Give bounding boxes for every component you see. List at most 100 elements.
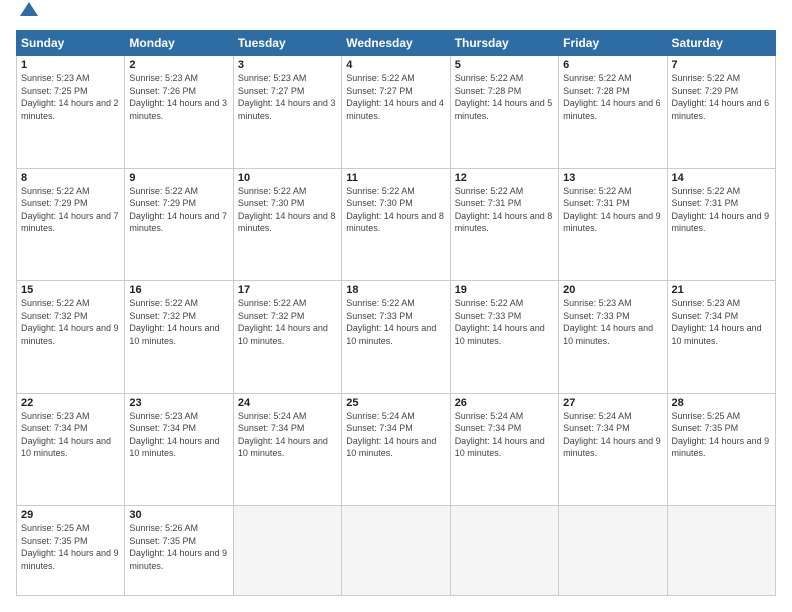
day-number: 17 xyxy=(238,284,337,296)
calendar-cell: 10 Sunrise: 5:22 AM Sunset: 7:30 PM Dayl… xyxy=(233,168,341,281)
day-number: 3 xyxy=(238,59,337,71)
calendar-cell: 16 Sunrise: 5:22 AM Sunset: 7:32 PM Dayl… xyxy=(125,281,233,394)
calendar-cell: 8 Sunrise: 5:22 AM Sunset: 7:29 PM Dayli… xyxy=(17,168,125,281)
day-number: 4 xyxy=(346,59,445,71)
day-number: 27 xyxy=(563,397,662,409)
calendar-cell: 22 Sunrise: 5:23 AM Sunset: 7:34 PM Dayl… xyxy=(17,393,125,506)
day-number: 14 xyxy=(672,172,771,184)
day-info: Sunrise: 5:25 AM Sunset: 7:35 PM Dayligh… xyxy=(21,522,120,572)
logo xyxy=(16,16,40,20)
day-info: Sunrise: 5:22 AM Sunset: 7:32 PM Dayligh… xyxy=(21,297,120,347)
day-number: 9 xyxy=(129,172,228,184)
day-info: Sunrise: 5:22 AM Sunset: 7:32 PM Dayligh… xyxy=(238,297,337,347)
day-number: 23 xyxy=(129,397,228,409)
calendar-cell: 18 Sunrise: 5:22 AM Sunset: 7:33 PM Dayl… xyxy=(342,281,450,394)
logo-icon xyxy=(18,0,40,20)
day-number: 15 xyxy=(21,284,120,296)
weekday-header-tuesday: Tuesday xyxy=(233,31,341,56)
calendar-header-row: SundayMondayTuesdayWednesdayThursdayFrid… xyxy=(17,31,776,56)
calendar-cell: 26 Sunrise: 5:24 AM Sunset: 7:34 PM Dayl… xyxy=(450,393,558,506)
day-number: 20 xyxy=(563,284,662,296)
day-info: Sunrise: 5:22 AM Sunset: 7:29 PM Dayligh… xyxy=(21,185,120,235)
day-info: Sunrise: 5:22 AM Sunset: 7:33 PM Dayligh… xyxy=(455,297,554,347)
day-number: 22 xyxy=(21,397,120,409)
week-row-3: 15 Sunrise: 5:22 AM Sunset: 7:32 PM Dayl… xyxy=(17,281,776,394)
day-number: 6 xyxy=(563,59,662,71)
calendar-table: SundayMondayTuesdayWednesdayThursdayFrid… xyxy=(16,30,776,596)
day-info: Sunrise: 5:24 AM Sunset: 7:34 PM Dayligh… xyxy=(563,410,662,460)
day-info: Sunrise: 5:23 AM Sunset: 7:27 PM Dayligh… xyxy=(238,72,337,122)
calendar-cell: 4 Sunrise: 5:22 AM Sunset: 7:27 PM Dayli… xyxy=(342,56,450,169)
calendar-cell xyxy=(559,506,667,596)
calendar-cell: 2 Sunrise: 5:23 AM Sunset: 7:26 PM Dayli… xyxy=(125,56,233,169)
day-number: 5 xyxy=(455,59,554,71)
calendar-cell: 21 Sunrise: 5:23 AM Sunset: 7:34 PM Dayl… xyxy=(667,281,775,394)
day-info: Sunrise: 5:22 AM Sunset: 7:29 PM Dayligh… xyxy=(129,185,228,235)
day-number: 11 xyxy=(346,172,445,184)
day-info: Sunrise: 5:23 AM Sunset: 7:33 PM Dayligh… xyxy=(563,297,662,347)
day-info: Sunrise: 5:22 AM Sunset: 7:30 PM Dayligh… xyxy=(238,185,337,235)
day-info: Sunrise: 5:22 AM Sunset: 7:29 PM Dayligh… xyxy=(672,72,771,122)
day-info: Sunrise: 5:26 AM Sunset: 7:35 PM Dayligh… xyxy=(129,522,228,572)
calendar-cell: 25 Sunrise: 5:24 AM Sunset: 7:34 PM Dayl… xyxy=(342,393,450,506)
calendar-cell xyxy=(450,506,558,596)
week-row-4: 22 Sunrise: 5:23 AM Sunset: 7:34 PM Dayl… xyxy=(17,393,776,506)
calendar-cell: 23 Sunrise: 5:23 AM Sunset: 7:34 PM Dayl… xyxy=(125,393,233,506)
calendar-cell: 5 Sunrise: 5:22 AM Sunset: 7:28 PM Dayli… xyxy=(450,56,558,169)
day-number: 29 xyxy=(21,509,120,521)
day-info: Sunrise: 5:22 AM Sunset: 7:30 PM Dayligh… xyxy=(346,185,445,235)
weekday-header-thursday: Thursday xyxy=(450,31,558,56)
calendar-cell: 17 Sunrise: 5:22 AM Sunset: 7:32 PM Dayl… xyxy=(233,281,341,394)
day-info: Sunrise: 5:23 AM Sunset: 7:34 PM Dayligh… xyxy=(672,297,771,347)
calendar-cell: 1 Sunrise: 5:23 AM Sunset: 7:25 PM Dayli… xyxy=(17,56,125,169)
calendar-cell: 24 Sunrise: 5:24 AM Sunset: 7:34 PM Dayl… xyxy=(233,393,341,506)
day-info: Sunrise: 5:22 AM Sunset: 7:31 PM Dayligh… xyxy=(455,185,554,235)
calendar-cell: 9 Sunrise: 5:22 AM Sunset: 7:29 PM Dayli… xyxy=(125,168,233,281)
weekday-header-saturday: Saturday xyxy=(667,31,775,56)
day-info: Sunrise: 5:24 AM Sunset: 7:34 PM Dayligh… xyxy=(346,410,445,460)
day-info: Sunrise: 5:22 AM Sunset: 7:28 PM Dayligh… xyxy=(455,72,554,122)
day-info: Sunrise: 5:24 AM Sunset: 7:34 PM Dayligh… xyxy=(455,410,554,460)
weekday-header-monday: Monday xyxy=(125,31,233,56)
day-number: 25 xyxy=(346,397,445,409)
day-info: Sunrise: 5:25 AM Sunset: 7:35 PM Dayligh… xyxy=(672,410,771,460)
day-number: 2 xyxy=(129,59,228,71)
calendar-cell xyxy=(233,506,341,596)
calendar-cell: 12 Sunrise: 5:22 AM Sunset: 7:31 PM Dayl… xyxy=(450,168,558,281)
day-number: 10 xyxy=(238,172,337,184)
calendar-cell: 14 Sunrise: 5:22 AM Sunset: 7:31 PM Dayl… xyxy=(667,168,775,281)
weekday-header-friday: Friday xyxy=(559,31,667,56)
weekday-header-wednesday: Wednesday xyxy=(342,31,450,56)
calendar-cell xyxy=(342,506,450,596)
day-number: 19 xyxy=(455,284,554,296)
day-info: Sunrise: 5:23 AM Sunset: 7:34 PM Dayligh… xyxy=(21,410,120,460)
day-number: 16 xyxy=(129,284,228,296)
day-info: Sunrise: 5:23 AM Sunset: 7:26 PM Dayligh… xyxy=(129,72,228,122)
day-number: 12 xyxy=(455,172,554,184)
calendar-cell: 28 Sunrise: 5:25 AM Sunset: 7:35 PM Dayl… xyxy=(667,393,775,506)
calendar-cell: 6 Sunrise: 5:22 AM Sunset: 7:28 PM Dayli… xyxy=(559,56,667,169)
day-number: 21 xyxy=(672,284,771,296)
day-info: Sunrise: 5:23 AM Sunset: 7:25 PM Dayligh… xyxy=(21,72,120,122)
day-number: 7 xyxy=(672,59,771,71)
calendar-cell xyxy=(667,506,775,596)
calendar-cell: 29 Sunrise: 5:25 AM Sunset: 7:35 PM Dayl… xyxy=(17,506,125,596)
calendar-cell: 7 Sunrise: 5:22 AM Sunset: 7:29 PM Dayli… xyxy=(667,56,775,169)
calendar-cell: 11 Sunrise: 5:22 AM Sunset: 7:30 PM Dayl… xyxy=(342,168,450,281)
day-info: Sunrise: 5:22 AM Sunset: 7:28 PM Dayligh… xyxy=(563,72,662,122)
calendar-cell: 20 Sunrise: 5:23 AM Sunset: 7:33 PM Dayl… xyxy=(559,281,667,394)
day-info: Sunrise: 5:22 AM Sunset: 7:31 PM Dayligh… xyxy=(563,185,662,235)
calendar-cell: 27 Sunrise: 5:24 AM Sunset: 7:34 PM Dayl… xyxy=(559,393,667,506)
day-number: 13 xyxy=(563,172,662,184)
calendar-cell: 15 Sunrise: 5:22 AM Sunset: 7:32 PM Dayl… xyxy=(17,281,125,394)
week-row-2: 8 Sunrise: 5:22 AM Sunset: 7:29 PM Dayli… xyxy=(17,168,776,281)
calendar-cell: 30 Sunrise: 5:26 AM Sunset: 7:35 PM Dayl… xyxy=(125,506,233,596)
calendar-cell: 13 Sunrise: 5:22 AM Sunset: 7:31 PM Dayl… xyxy=(559,168,667,281)
day-info: Sunrise: 5:24 AM Sunset: 7:34 PM Dayligh… xyxy=(238,410,337,460)
day-number: 8 xyxy=(21,172,120,184)
day-number: 30 xyxy=(129,509,228,521)
week-row-1: 1 Sunrise: 5:23 AM Sunset: 7:25 PM Dayli… xyxy=(17,56,776,169)
day-info: Sunrise: 5:22 AM Sunset: 7:32 PM Dayligh… xyxy=(129,297,228,347)
day-info: Sunrise: 5:22 AM Sunset: 7:33 PM Dayligh… xyxy=(346,297,445,347)
header xyxy=(16,16,776,20)
